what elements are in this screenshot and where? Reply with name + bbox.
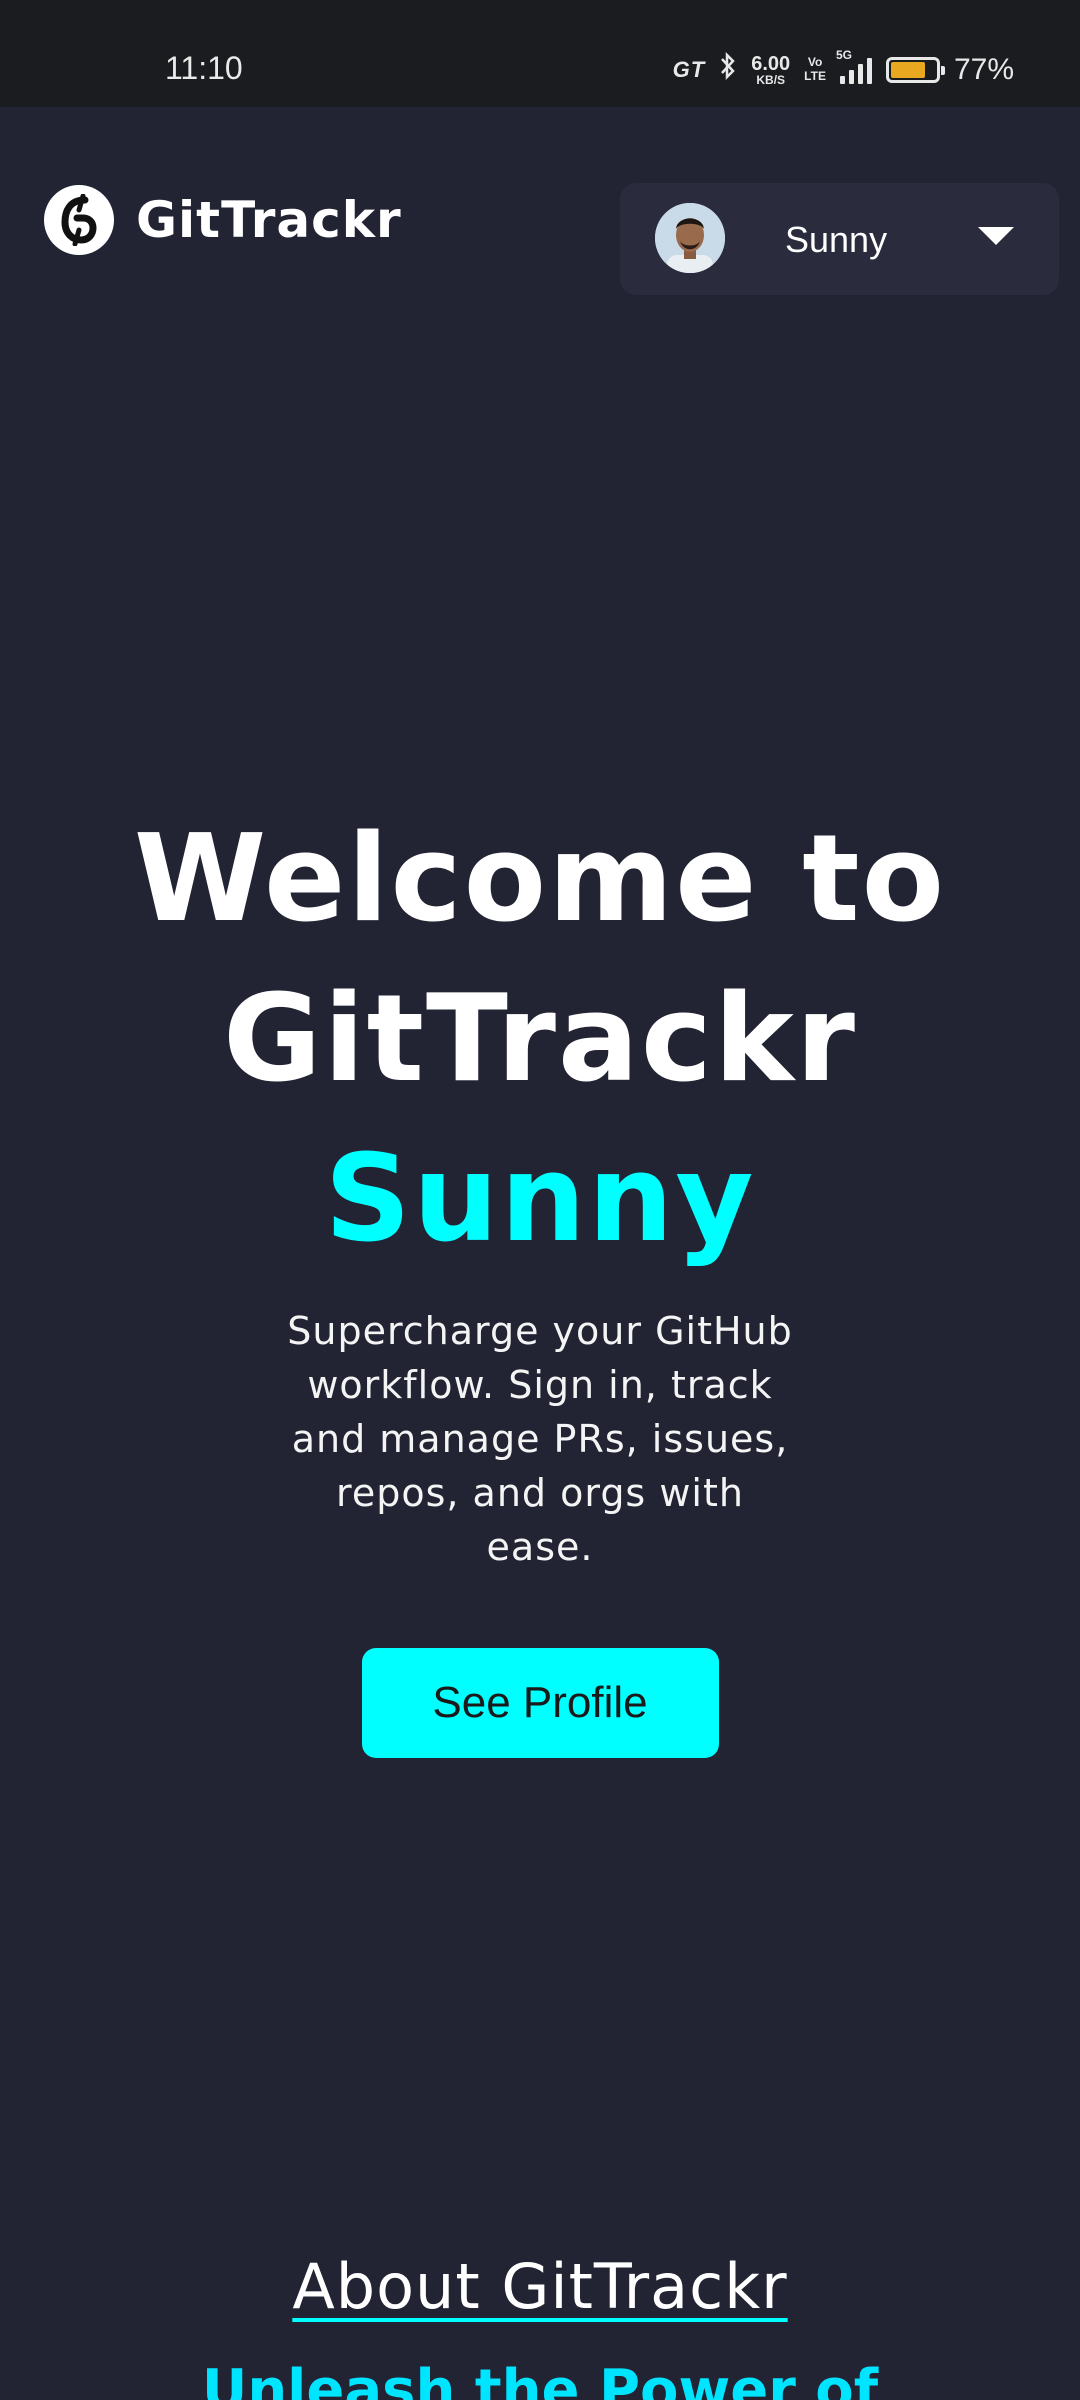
battery-fill [890, 61, 925, 78]
avatar [655, 203, 725, 273]
app-page: 11:10 GT 6.00 KB/S Vo LTE 5G 77% GitTrac… [0, 0, 1080, 2400]
signal-icon: 5G [836, 48, 872, 84]
hero-user-name: Sunny [324, 1130, 756, 1269]
hero-title-line1: Welcome to [133, 810, 947, 949]
network-type: 5G [835, 47, 852, 62]
battery-percent: 77% [953, 52, 1014, 86]
status-time: 11:10 [165, 50, 243, 86]
about-subtitle: Unleash the Power of [201, 2358, 879, 2400]
hero-section: Welcome to GitTrackr Sunny Supercharge y… [0, 800, 1080, 1758]
user-name: Sunny [785, 219, 888, 260]
signal-bar [857, 63, 863, 84]
brand[interactable]: GitTrackr [44, 185, 402, 255]
status-bar: 11:10 GT 6.00 KB/S Vo LTE 5G 77% [0, 0, 1080, 107]
gittrackr-logo-icon [44, 185, 114, 255]
user-menu-button[interactable]: Sunny [620, 183, 1059, 295]
speed-value: 6.00 [751, 52, 791, 75]
battery-icon [885, 56, 945, 83]
status-icons: GT 6.00 KB/S Vo LTE 5G 77% [672, 48, 1014, 87]
hero-title-line2: GitTrackr [223, 970, 857, 1109]
brand-name: GitTrackr [136, 191, 402, 249]
signal-bar [839, 75, 845, 84]
volte-bottom: LTE [804, 68, 826, 83]
chevron-down-icon [978, 227, 1014, 245]
bluetooth-icon [719, 51, 737, 87]
hero-subtitle: Supercharge your GitHub workflow. Sign i… [287, 1309, 793, 1569]
about-heading: About GitTrackr [0, 2250, 1080, 2323]
about-title: About GitTrackr [292, 2250, 788, 2323]
volte-indicator: Vo LTE [804, 55, 826, 83]
see-profile-button[interactable]: See Profile [361, 1648, 719, 1758]
signal-bar [866, 57, 872, 84]
signal-bar [848, 69, 854, 84]
speed-unit: KB/S [756, 72, 786, 87]
network-speed: 6.00 KB/S [751, 54, 790, 86]
carrier-tag: GT [672, 56, 706, 82]
volte-top: Vo [807, 55, 823, 70]
